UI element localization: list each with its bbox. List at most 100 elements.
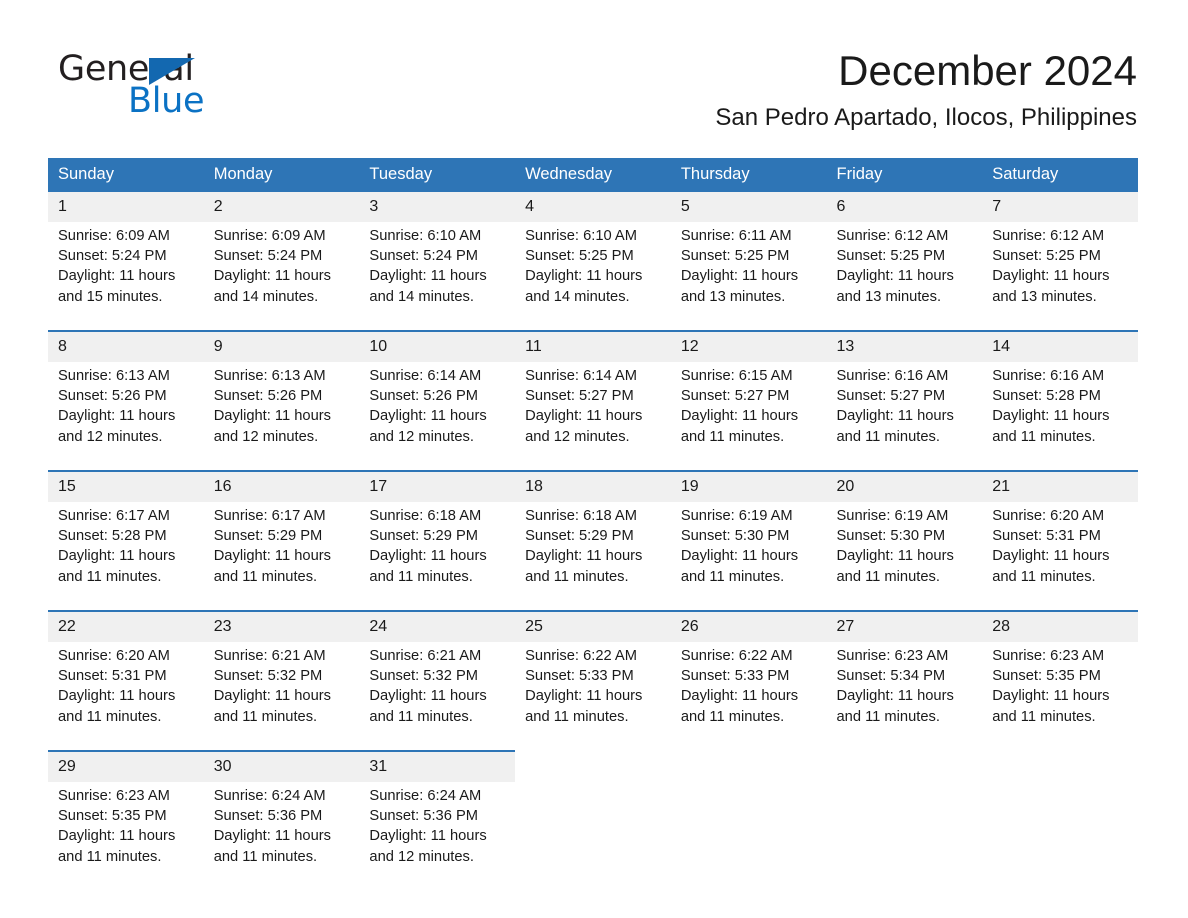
day-number[interactable]: 10 <box>359 330 516 362</box>
brand-logo[interactable]: General Blue <box>58 50 388 124</box>
day-number[interactable]: 9 <box>203 330 360 362</box>
day-number[interactable]: 26 <box>670 610 827 642</box>
sunrise-text: Sunrise: 6:17 AM <box>213 508 326 524</box>
day-number[interactable]: 4 <box>515 192 671 222</box>
weekday-header-monday: Monday <box>203 158 360 192</box>
day-cell[interactable]: Sunrise: 6:24 AM Sunset: 5:36 PM Dayligh… <box>203 782 360 890</box>
sunset-text: Sunset: 5:26 PM <box>213 388 323 405</box>
day-number[interactable]: 16 <box>203 470 360 502</box>
day-number[interactable]: 7 <box>982 192 1138 222</box>
day-cell[interactable]: Sunrise: 6:14 AM Sunset: 5:26 PM Dayligh… <box>359 362 516 471</box>
day-cell[interactable]: Sunrise: 6:13 AM Sunset: 5:26 PM Dayligh… <box>48 362 204 471</box>
day-cell[interactable]: Sunrise: 6:11 AM Sunset: 5:25 PM Dayligh… <box>670 222 827 331</box>
week-row-details: Sunrise: 6:09 AM Sunset: 5:24 PM Dayligh… <box>48 222 1138 331</box>
day-number[interactable]: 15 <box>48 470 204 502</box>
day-cell[interactable]: Sunrise: 6:18 AM Sunset: 5:29 PM Dayligh… <box>515 502 671 611</box>
day-cell[interactable]: Sunrise: 6:18 AM Sunset: 5:29 PM Dayligh… <box>359 502 516 611</box>
day-number[interactable]: 12 <box>670 330 827 362</box>
day-cell[interactable]: Sunrise: 6:17 AM Sunset: 5:28 PM Dayligh… <box>48 502 204 611</box>
page-header: General Blue December 2024 San Pedro Apa… <box>0 0 1188 131</box>
day-number[interactable]: 2 <box>203 192 360 222</box>
sunset-text: Sunset: 5:25 PM <box>836 248 946 265</box>
sunrise-text: Sunrise: 6:16 AM <box>992 368 1105 384</box>
day-cell[interactable]: Sunrise: 6:10 AM Sunset: 5:25 PM Dayligh… <box>515 222 671 331</box>
day-number[interactable]: 21 <box>982 470 1138 502</box>
daylight-text: Daylight: 11 hours and 11 minutes. <box>992 688 1110 725</box>
day-number[interactable]: 13 <box>826 330 983 362</box>
daylight-text: Daylight: 11 hours and 11 minutes. <box>525 688 643 725</box>
day-number[interactable]: 20 <box>826 470 983 502</box>
day-number[interactable]: 23 <box>203 610 360 642</box>
day-number[interactable]: 11 <box>515 330 671 362</box>
day-cell[interactable]: Sunrise: 6:24 AM Sunset: 5:36 PM Dayligh… <box>359 782 516 890</box>
day-number[interactable]: 28 <box>982 610 1138 642</box>
day-cell[interactable]: Sunrise: 6:16 AM Sunset: 5:27 PM Dayligh… <box>826 362 983 471</box>
sunset-text: Sunset: 5:30 PM <box>680 528 790 545</box>
sunset-text: Sunset: 5:27 PM <box>680 388 790 405</box>
day-number[interactable]: 25 <box>515 610 671 642</box>
sunrise-text: Sunrise: 6:12 AM <box>836 228 949 244</box>
day-number[interactable]: 6 <box>826 192 983 222</box>
daylight-text: Daylight: 11 hours and 14 minutes. <box>369 268 487 305</box>
day-number[interactable]: 19 <box>670 470 827 502</box>
day-cell[interactable]: Sunrise: 6:13 AM Sunset: 5:26 PM Dayligh… <box>203 362 360 471</box>
day-cell[interactable]: Sunrise: 6:09 AM Sunset: 5:24 PM Dayligh… <box>203 222 360 331</box>
sunrise-text: Sunrise: 6:11 AM <box>680 228 792 244</box>
day-cell[interactable]: Sunrise: 6:23 AM Sunset: 5:35 PM Dayligh… <box>48 782 204 890</box>
sunrise-text: Sunrise: 6:22 AM <box>525 648 637 664</box>
sunrise-text: Sunrise: 6:20 AM <box>58 648 170 664</box>
day-number[interactable]: 5 <box>670 192 827 222</box>
day-number-empty <box>982 750 1138 782</box>
day-cell[interactable]: Sunrise: 6:21 AM Sunset: 5:32 PM Dayligh… <box>359 642 516 751</box>
day-number[interactable]: 29 <box>48 750 204 782</box>
daylight-text: Daylight: 11 hours and 13 minutes. <box>836 268 954 305</box>
sunrise-text: Sunrise: 6:13 AM <box>213 368 326 384</box>
sunset-text: Sunset: 5:25 PM <box>680 248 790 265</box>
day-number[interactable]: 17 <box>359 470 516 502</box>
page-title: December 2024 <box>838 47 1137 94</box>
sunset-text: Sunset: 5:25 PM <box>992 248 1101 265</box>
week-row-daynums: 15 16 17 18 19 20 21 <box>48 470 1138 502</box>
day-cell[interactable]: Sunrise: 6:20 AM Sunset: 5:31 PM Dayligh… <box>982 502 1138 611</box>
daylight-text: Daylight: 11 hours and 11 minutes. <box>992 548 1110 585</box>
daylight-text: Daylight: 11 hours and 14 minutes. <box>525 268 643 305</box>
weekday-header-sunday: Sunday <box>48 158 204 192</box>
week-row-daynums: 29 30 31 <box>48 750 1138 782</box>
day-number[interactable]: 8 <box>48 330 204 362</box>
day-cell[interactable]: Sunrise: 6:20 AM Sunset: 5:31 PM Dayligh… <box>48 642 204 751</box>
day-cell[interactable]: Sunrise: 6:10 AM Sunset: 5:24 PM Dayligh… <box>359 222 516 331</box>
day-number[interactable]: 3 <box>359 192 516 222</box>
sunrise-text: Sunrise: 6:22 AM <box>680 648 793 664</box>
day-number[interactable]: 22 <box>48 610 204 642</box>
day-number[interactable]: 14 <box>982 330 1138 362</box>
calendar-page: General Blue December 2024 San Pedro Apa… <box>0 0 1188 918</box>
sunset-text: Sunset: 5:27 PM <box>525 388 634 405</box>
day-cell[interactable]: Sunrise: 6:22 AM Sunset: 5:33 PM Dayligh… <box>670 642 827 751</box>
sunrise-text: Sunrise: 6:10 AM <box>525 228 637 244</box>
day-number[interactable]: 18 <box>515 470 671 502</box>
day-cell[interactable]: Sunrise: 6:19 AM Sunset: 5:30 PM Dayligh… <box>826 502 983 611</box>
day-number[interactable]: 31 <box>359 750 516 782</box>
day-cell[interactable]: Sunrise: 6:19 AM Sunset: 5:30 PM Dayligh… <box>670 502 827 611</box>
day-cell[interactable]: Sunrise: 6:12 AM Sunset: 5:25 PM Dayligh… <box>826 222 983 331</box>
day-cell[interactable]: Sunrise: 6:09 AM Sunset: 5:24 PM Dayligh… <box>48 222 204 331</box>
sunset-text: Sunset: 5:29 PM <box>369 528 478 545</box>
day-cell[interactable]: Sunrise: 6:15 AM Sunset: 5:27 PM Dayligh… <box>670 362 827 471</box>
day-cell[interactable]: Sunrise: 6:16 AM Sunset: 5:28 PM Dayligh… <box>982 362 1138 471</box>
day-cell[interactable]: Sunrise: 6:17 AM Sunset: 5:29 PM Dayligh… <box>203 502 360 611</box>
day-number[interactable]: 27 <box>826 610 983 642</box>
day-number[interactable]: 24 <box>359 610 516 642</box>
day-cell[interactable]: Sunrise: 6:21 AM Sunset: 5:32 PM Dayligh… <box>203 642 360 751</box>
day-cell[interactable]: Sunrise: 6:14 AM Sunset: 5:27 PM Dayligh… <box>515 362 671 471</box>
weekday-header-thursday: Thursday <box>670 158 827 192</box>
day-cell[interactable]: Sunrise: 6:12 AM Sunset: 5:25 PM Dayligh… <box>982 222 1138 331</box>
daylight-text: Daylight: 11 hours and 11 minutes. <box>58 828 176 865</box>
day-number[interactable]: 30 <box>203 750 360 782</box>
daylight-text: Daylight: 11 hours and 13 minutes. <box>680 268 799 305</box>
day-cell[interactable]: Sunrise: 6:22 AM Sunset: 5:33 PM Dayligh… <box>515 642 671 751</box>
day-number[interactable]: 1 <box>48 192 204 222</box>
week-row-details: Sunrise: 6:20 AM Sunset: 5:31 PM Dayligh… <box>48 642 1138 751</box>
day-cell[interactable]: Sunrise: 6:23 AM Sunset: 5:34 PM Dayligh… <box>826 642 983 751</box>
daylight-text: Daylight: 11 hours and 12 minutes. <box>525 408 643 445</box>
day-cell[interactable]: Sunrise: 6:23 AM Sunset: 5:35 PM Dayligh… <box>982 642 1138 751</box>
